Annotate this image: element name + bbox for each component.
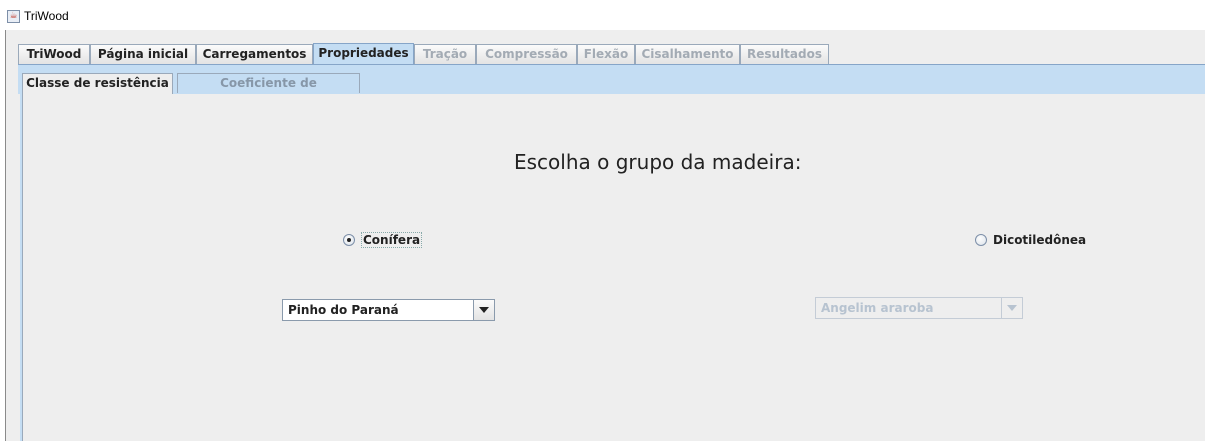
tab-carregamentos[interactable]: Carregamentos bbox=[196, 44, 313, 64]
combo-dicotiledonea: Angelim araroba bbox=[815, 297, 1023, 319]
radio-checked-icon[interactable] bbox=[343, 234, 355, 246]
panel-heading: Escolha o grupo da madeira: bbox=[514, 150, 802, 174]
tab-coeficiente-de-modificacao[interactable]: Coeficiente de modificação bbox=[177, 73, 360, 109]
java-app-icon: ☕ bbox=[7, 10, 20, 23]
tab-pagina-inicial[interactable]: Página inicial bbox=[90, 44, 196, 64]
radio-conifera[interactable]: Conífera bbox=[343, 232, 423, 248]
combo-conifera-value: Pinho do Paraná bbox=[288, 303, 399, 317]
tab-classe-de-resistencia[interactable]: Classe de resistência bbox=[22, 73, 173, 94]
tab-compressao[interactable]: Compressão bbox=[476, 44, 577, 64]
tab-triwood[interactable]: TriWood bbox=[18, 44, 90, 64]
radio-unchecked-icon[interactable] bbox=[975, 234, 987, 246]
radio-dicotiledonea-label[interactable]: Dicotiledônea bbox=[993, 233, 1086, 247]
tab-flexao[interactable]: Flexão bbox=[577, 44, 635, 64]
tab-propriedades[interactable]: Propriedades bbox=[313, 43, 414, 65]
window-title: TriWood bbox=[24, 9, 69, 23]
radio-dicotiledonea[interactable]: Dicotiledônea bbox=[975, 232, 1086, 248]
combo-dicotiledonea-value: Angelim araroba bbox=[821, 301, 934, 315]
tab-cisalhamento[interactable]: Cisalhamento bbox=[635, 44, 740, 64]
title-bar: ☕ TriWood bbox=[0, 0, 1205, 30]
radio-conifera-label[interactable]: Conífera bbox=[361, 232, 423, 248]
dropdown-arrow-icon bbox=[1001, 298, 1022, 318]
dropdown-arrow-icon[interactable] bbox=[473, 300, 494, 320]
tab-resultados[interactable]: Resultados bbox=[740, 44, 829, 64]
properties-panel bbox=[23, 94, 1205, 441]
tab-tracao[interactable]: Tração bbox=[414, 44, 476, 64]
combo-conifera[interactable]: Pinho do Paraná bbox=[282, 299, 495, 321]
